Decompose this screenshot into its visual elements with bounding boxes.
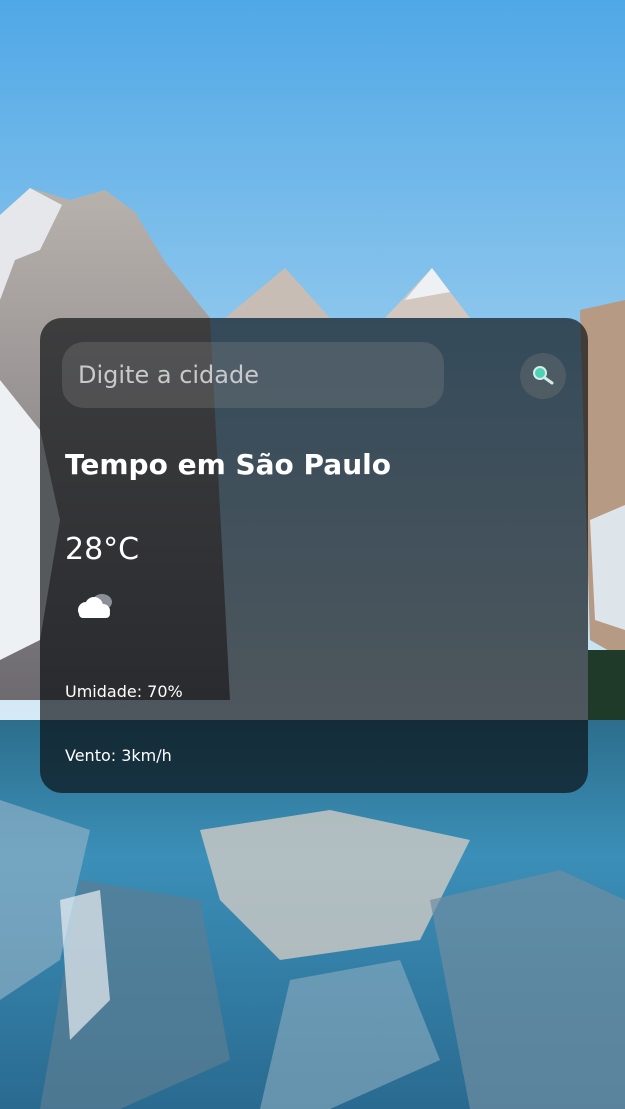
partly-cloudy-icon bbox=[72, 590, 118, 624]
wind-text: Vento: 3km/h bbox=[65, 746, 172, 765]
humidity-text: Umidade: 70% bbox=[65, 682, 183, 701]
search-bar bbox=[62, 342, 566, 408]
temperature-value: 28°C bbox=[65, 532, 140, 567]
weather-card: Tempo em São Paulo 28°C Umidade: 70% Ven… bbox=[40, 318, 588, 793]
search-button[interactable] bbox=[520, 353, 566, 399]
city-search-input[interactable] bbox=[62, 342, 444, 408]
city-title: Tempo em São Paulo bbox=[65, 448, 391, 481]
search-icon bbox=[520, 361, 566, 391]
